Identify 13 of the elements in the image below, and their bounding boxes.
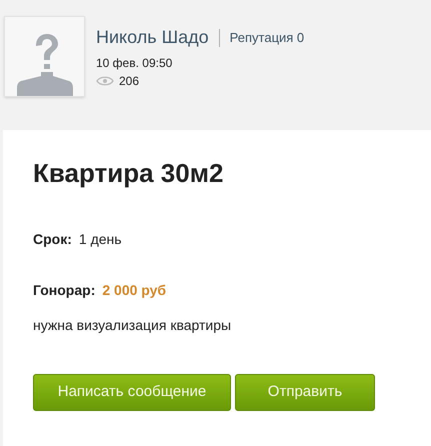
author-name[interactable]: Николь Шадо [96,24,209,51]
field-value: 1 день [78,230,122,249]
reputation: Репутация 0 [230,28,304,47]
action-button[interactable]: Отправить [235,374,375,411]
field-label: Гонорар: [33,281,96,300]
field-value: 2 000 руб [102,281,166,300]
action-button[interactable]: Написать сообщение [33,374,231,411]
task-title: Квартира 30м2 [33,157,224,190]
view-count: 206 [119,73,140,90]
post-date: 10 фев. 09:50 [96,55,174,72]
task-description: нужна визуализация квартиры [33,316,232,335]
field-label: Срок: [33,230,72,249]
eye-icon [96,76,114,86]
